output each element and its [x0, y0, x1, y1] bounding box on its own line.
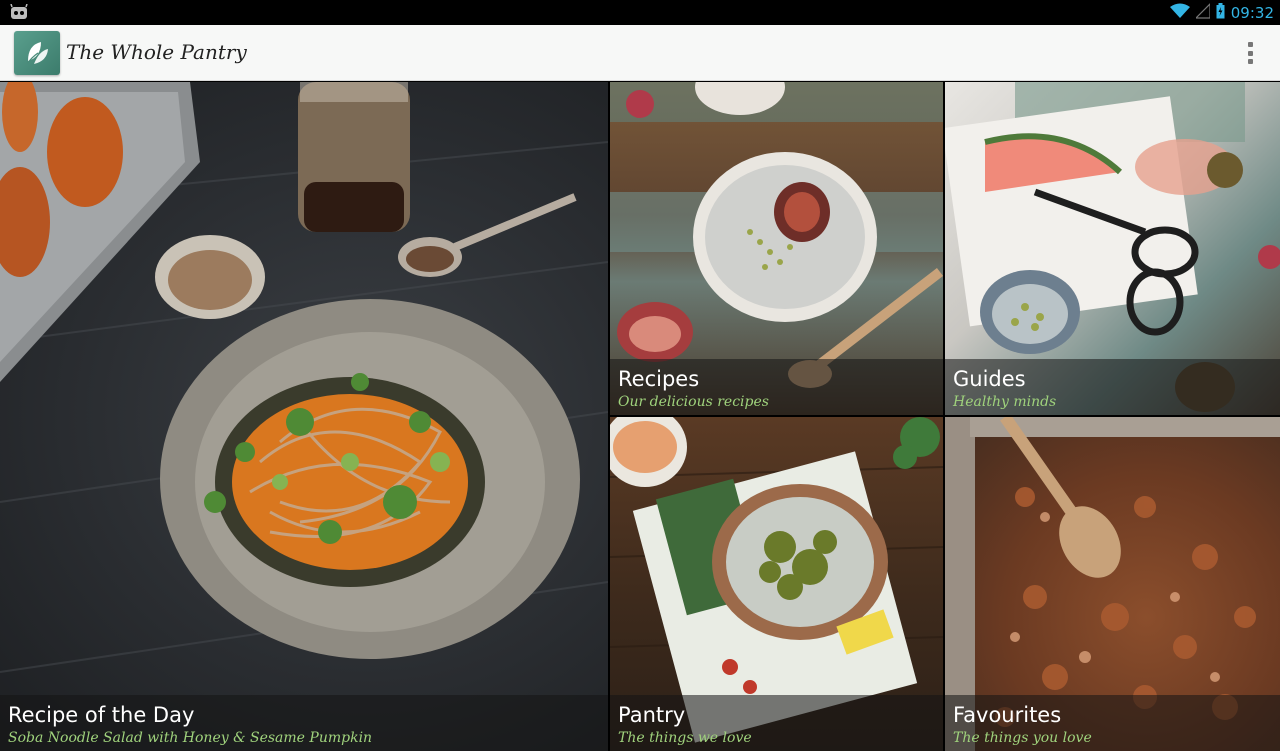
tile-subtitle: Healthy minds	[953, 394, 1057, 410]
tile-subtitle: The things you love	[953, 730, 1092, 746]
tile-subtitle: Our delicious recipes	[618, 394, 769, 410]
tile-title: Guides	[953, 367, 1026, 391]
tile-favourites[interactable]: Favourites The things you love	[945, 417, 1280, 751]
tile-title: Favourites	[953, 703, 1062, 727]
tile-caption: Favourites The things you love	[945, 695, 1280, 751]
tile-title: Recipe of the Day	[8, 703, 195, 727]
tile-caption: Guides Healthy minds	[945, 359, 1280, 415]
tile-caption: Recipes Our delicious recipes	[610, 359, 943, 415]
clock: 09:32	[1230, 3, 1274, 22]
tile-subtitle: The things we love	[618, 730, 752, 746]
battery-charging-icon	[1216, 2, 1225, 23]
tile-title: Recipes	[618, 367, 700, 391]
leaf-icon[interactable]	[14, 31, 60, 75]
status-bar: 09:32	[0, 0, 1280, 25]
tile-caption: Pantry The things we love	[610, 695, 943, 751]
android-icon	[10, 3, 28, 20]
app-title: The Whole Pantry	[66, 40, 247, 64]
wifi-icon	[1169, 3, 1190, 23]
tile-guides[interactable]: Guides Healthy minds	[945, 82, 1280, 415]
more-vert-icon[interactable]	[1242, 40, 1258, 66]
tile-pantry[interactable]: Pantry The things we love	[610, 417, 943, 751]
tile-recipes[interactable]: Recipes Our delicious recipes	[610, 82, 943, 415]
tile-caption: Recipe of the Day Soba Noodle Salad with…	[0, 695, 608, 751]
tile-recipe-of-the-day[interactable]: Recipe of the Day Soba Noodle Salad with…	[0, 82, 608, 751]
action-bar: The Whole Pantry	[0, 25, 1280, 81]
recipe-of-the-day-image	[0, 82, 608, 751]
tile-subtitle: Soba Noodle Salad with Honey & Sesame Pu…	[8, 730, 373, 746]
signal-icon	[1194, 2, 1211, 23]
tile-title: Pantry	[618, 703, 686, 727]
